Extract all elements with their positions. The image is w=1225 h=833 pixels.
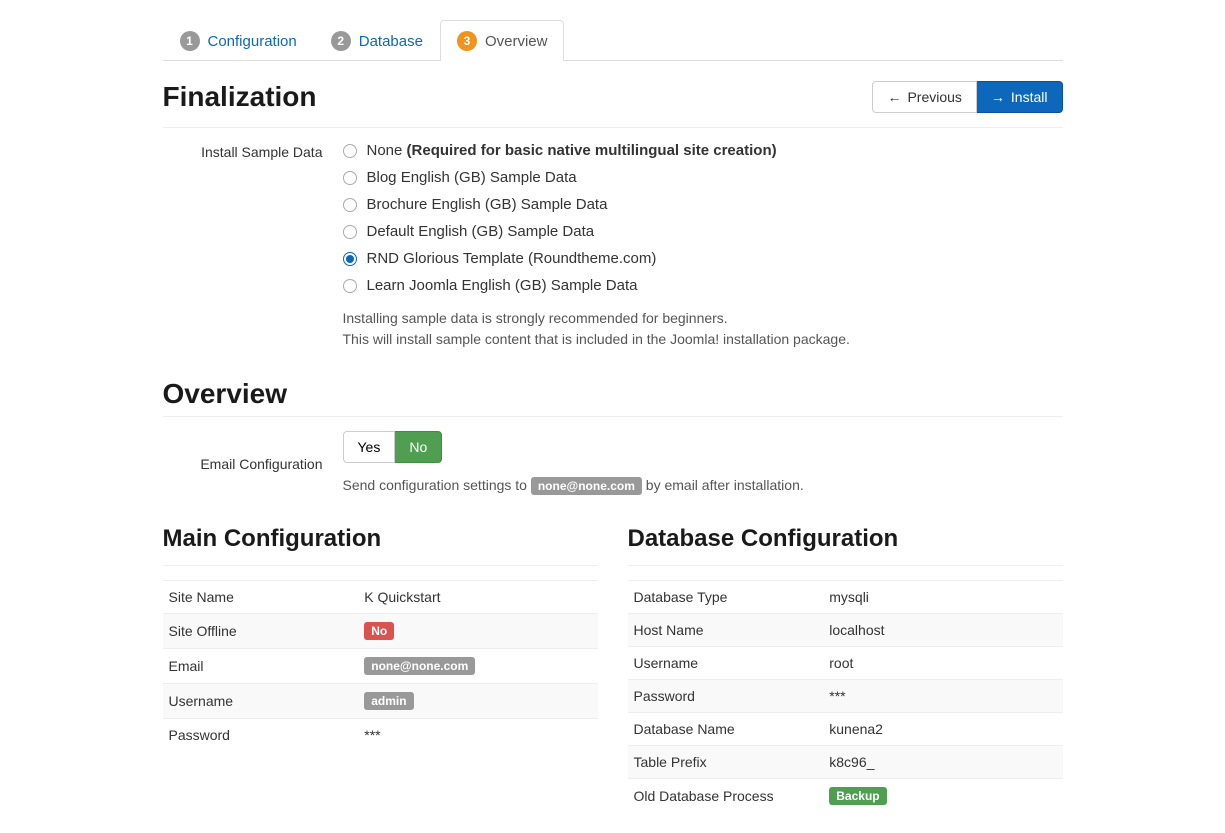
tab-num-3: 3: [457, 31, 477, 51]
sample-data-option-label: None (Required for basic native multilin…: [367, 142, 777, 159]
sample-data-option-label: RND Glorious Template (Roundtheme.com): [367, 250, 657, 267]
tab-label-database: Database: [359, 33, 423, 50]
email-yes-button[interactable]: Yes: [343, 431, 396, 463]
sample-data-option-3[interactable]: Default English (GB) Sample Data: [343, 223, 1063, 240]
table-value: kunena2: [823, 713, 1062, 746]
table-row: Usernameroot: [628, 647, 1063, 680]
previous-button[interactable]: ← Previous: [872, 81, 976, 113]
sample-data-option-5[interactable]: Learn Joomla English (GB) Sample Data: [343, 277, 1063, 294]
table-key: Password: [628, 680, 824, 713]
table-value: root: [823, 647, 1062, 680]
sample-data-option-0[interactable]: None (Required for basic native multilin…: [343, 142, 1063, 159]
table-row: Username admin: [163, 684, 598, 719]
email-text-after: by email after installation.: [642, 477, 804, 493]
table-key: Username: [163, 684, 359, 719]
email-config-text: Send configuration settings to none@none…: [343, 477, 1063, 495]
table-key: Table Prefix: [628, 746, 824, 779]
overview-title: Overview: [163, 378, 1063, 410]
table-value: ***: [358, 719, 597, 752]
table-value: No: [358, 614, 597, 649]
radio-icon: [343, 279, 357, 293]
sample-data-option-1[interactable]: Blog English (GB) Sample Data: [343, 169, 1063, 186]
sample-data-help-2: This will install sample content that is…: [343, 329, 1063, 350]
tab-label-configuration: Configuration: [208, 33, 297, 50]
table-key: Host Name: [628, 614, 824, 647]
sample-data-option-label: Blog English (GB) Sample Data: [367, 169, 577, 186]
install-button[interactable]: → Install: [977, 81, 1063, 113]
radio-icon: [343, 252, 357, 266]
database-configuration-title: Database Configuration: [628, 525, 1063, 553]
email-text-before: Send configuration settings to: [343, 477, 531, 493]
sample-data-option-2[interactable]: Brochure English (GB) Sample Data: [343, 196, 1063, 213]
sample-data-option-label: Default English (GB) Sample Data: [367, 223, 595, 240]
table-row: Site NameK Quickstart: [163, 581, 598, 614]
sample-data-option-label: Learn Joomla English (GB) Sample Data: [367, 277, 638, 294]
status-badge: none@none.com: [364, 657, 475, 675]
table-row: Database Typemysqli: [628, 581, 1063, 614]
table-key: Database Type: [628, 581, 824, 614]
finalization-title: Finalization: [163, 81, 317, 113]
table-key: Database Name: [628, 713, 824, 746]
table-row: Host Namelocalhost: [628, 614, 1063, 647]
table-value: localhost: [823, 614, 1062, 647]
table-value: mysqli: [823, 581, 1062, 614]
status-badge: Backup: [829, 787, 886, 805]
install-label: Install: [1011, 89, 1048, 105]
table-value: K Quickstart: [358, 581, 597, 614]
status-badge: No: [364, 622, 394, 640]
table-row: Password***: [163, 719, 598, 752]
tab-database[interactable]: 2 Database: [314, 20, 440, 61]
tab-label-overview: Overview: [485, 33, 548, 50]
tab-num-2: 2: [331, 31, 351, 51]
table-key: Old Database Process: [628, 779, 824, 814]
table-value: ***: [823, 680, 1062, 713]
tab-configuration[interactable]: 1 Configuration: [163, 20, 314, 61]
email-config-toggle: Yes No: [343, 431, 443, 463]
table-value: none@none.com: [358, 649, 597, 684]
sample-data-radio-group: None (Required for basic native multilin…: [343, 142, 1063, 294]
main-configuration-title: Main Configuration: [163, 525, 598, 553]
previous-label: Previous: [907, 89, 961, 105]
table-row: Site Offline No: [163, 614, 598, 649]
radio-icon: [343, 198, 357, 212]
radio-icon: [343, 144, 357, 158]
arrow-right-icon: →: [991, 89, 1005, 105]
table-row: Database Namekunena2: [628, 713, 1063, 746]
main-configuration-table: Site NameK QuickstartSite Offline No Email…: [163, 580, 598, 751]
table-key: Username: [628, 647, 824, 680]
table-value: k8c96_: [823, 746, 1062, 779]
table-key: Site Name: [163, 581, 359, 614]
wizard-tabs: 1 Configuration 2 Database 3 Overview: [163, 20, 1063, 61]
table-row: Password***: [628, 680, 1063, 713]
email-no-button[interactable]: No: [395, 431, 442, 463]
table-row: Old Database Process Backup: [628, 779, 1063, 814]
table-key: Site Offline: [163, 614, 359, 649]
database-configuration-table: Database TypemysqliHost NamelocalhostUse…: [628, 580, 1063, 813]
sample-data-option-4[interactable]: RND Glorious Template (Roundtheme.com): [343, 250, 1063, 267]
table-key: Password: [163, 719, 359, 752]
tab-num-1: 1: [180, 31, 200, 51]
radio-icon: [343, 225, 357, 239]
table-row: Email none@none.com: [163, 649, 598, 684]
sample-data-help-1: Installing sample data is strongly recom…: [343, 308, 1063, 329]
sample-data-option-label: Brochure English (GB) Sample Data: [367, 196, 608, 213]
email-address-badge: none@none.com: [531, 477, 642, 495]
install-sample-data-label: Install Sample Data: [163, 142, 343, 160]
table-row: Table Prefixk8c96_: [628, 746, 1063, 779]
tab-overview[interactable]: 3 Overview: [440, 20, 565, 61]
table-key: Email: [163, 649, 359, 684]
arrow-left-icon: ←: [887, 89, 901, 105]
status-badge: admin: [364, 692, 413, 710]
table-value: admin: [358, 684, 597, 719]
table-value: Backup: [823, 779, 1062, 814]
email-configuration-label: Email Configuration: [163, 454, 343, 472]
radio-icon: [343, 171, 357, 185]
